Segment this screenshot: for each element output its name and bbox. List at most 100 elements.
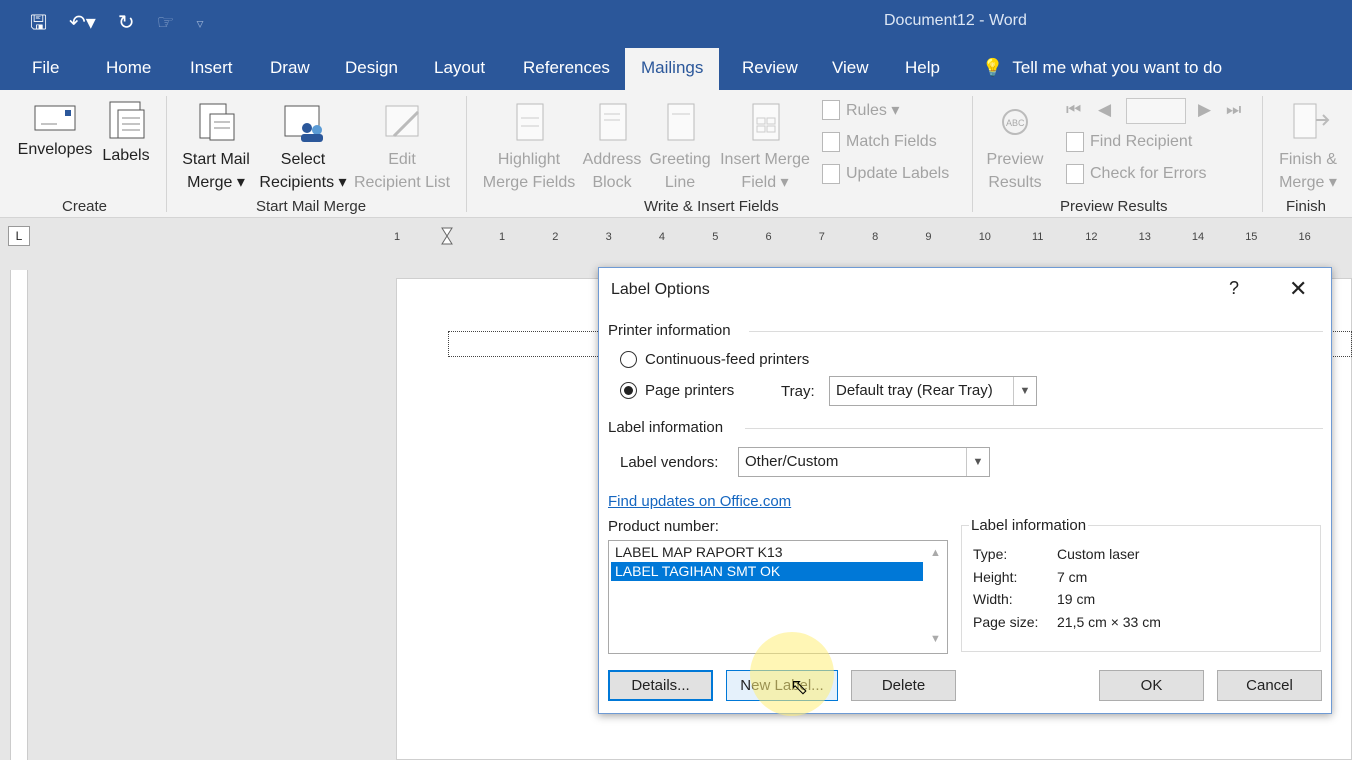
tell-me-text: Tell me what you want to do — [1012, 58, 1223, 77]
envelopes-button[interactable]: Envelopes — [16, 100, 94, 161]
label-information-panel-title: Label information — [969, 517, 1089, 534]
first-record-icon[interactable]: ⏮ — [1066, 100, 1081, 120]
ruler-tick-label: 10 — [979, 231, 991, 243]
recipients-icon — [284, 105, 323, 142]
scroll-up-icon[interactable]: ▲ — [930, 547, 941, 559]
tab-help[interactable]: Help — [905, 46, 940, 90]
finish-merge-button[interactable]: Finish & Merge ▾ — [1272, 100, 1344, 194]
group-create-label: Create — [62, 198, 108, 215]
previous-record-icon[interactable]: ◀ — [1098, 100, 1111, 120]
help-button[interactable]: ? — [1229, 278, 1239, 299]
check-for-errors-button[interactable]: Check for Errors — [1066, 164, 1206, 184]
quick-access-toolbar: 🖫 ↶▾ ↻ ☞ ▿ — [30, 10, 204, 36]
tray-select[interactable]: Default tray (Rear Tray) ▼ — [829, 376, 1037, 406]
edit-recipient-list-button[interactable]: Edit Recipient List — [350, 100, 454, 194]
vertical-ruler[interactable] — [10, 270, 28, 760]
list-item[interactable]: LABEL MAP RAPORT K13 — [611, 543, 923, 562]
tab-view[interactable]: View — [832, 46, 869, 90]
finish-merge-icon — [1293, 103, 1330, 139]
ruler-tick-label: 5 — [712, 231, 718, 243]
insert-merge-field-button[interactable]: Insert Merge Field ▾ — [714, 100, 816, 194]
label-vendors-label: Label vendors: — [620, 454, 719, 471]
find-recipient-button[interactable]: Find Recipient — [1066, 132, 1192, 152]
tab-selector[interactable]: L — [8, 226, 30, 246]
tell-me-box[interactable]: 💡 Tell me what you want to do — [982, 46, 1222, 90]
delete-button[interactable]: Delete — [851, 670, 956, 701]
group-separator — [166, 96, 167, 212]
start-mail-merge-button[interactable]: Start Mail Merge ▾ — [176, 100, 256, 194]
preview-icon: ABC — [1002, 109, 1028, 135]
tab-file[interactable]: File — [32, 46, 59, 90]
tab-insert[interactable]: Insert — [190, 46, 233, 90]
match-fields-button[interactable]: Match Fields — [822, 132, 937, 152]
ruler-tick-label: 1 — [499, 231, 505, 243]
undo-icon[interactable]: ↶▾ — [69, 10, 96, 36]
customize-qat-icon[interactable]: ▿ — [197, 10, 204, 36]
highlight-merge-fields-button[interactable]: Highlight Merge Fields — [480, 100, 578, 194]
width-key: Width: — [973, 591, 1013, 607]
type-key: Type: — [973, 546, 1008, 562]
list-item-selected[interactable]: LABEL TAGIHAN SMT OK — [611, 562, 923, 581]
tab-home[interactable]: Home — [106, 46, 151, 90]
page-printers-radio[interactable]: Page printers — [620, 382, 734, 399]
next-record-icon[interactable]: ▶ — [1198, 100, 1211, 120]
find-updates-link[interactable]: Find updates on Office.com — [608, 493, 791, 510]
update-labels-button[interactable]: Update Labels — [822, 164, 949, 184]
page-size-key: Page size: — [973, 614, 1039, 630]
greeting-line-icon — [667, 103, 695, 141]
width-value: 19 cm — [1057, 591, 1096, 607]
select-recipients-button[interactable]: Select Recipients ▾ — [256, 100, 350, 194]
divider — [745, 428, 1323, 429]
tab-layout[interactable]: Layout — [434, 46, 485, 90]
group-start-mail-merge-label: Start Mail Merge — [256, 198, 367, 215]
touch-mode-icon[interactable]: ☞ — [157, 10, 175, 36]
tab-draw[interactable]: Draw — [270, 46, 310, 90]
close-icon[interactable]: ✕ — [1289, 276, 1307, 302]
lightbulb-icon: 💡 — [982, 58, 1004, 77]
label-information-heading: Label information — [608, 419, 724, 436]
tab-design[interactable]: Design — [345, 46, 398, 90]
last-record-icon[interactable]: ⏭ — [1226, 100, 1241, 120]
save-icon[interactable]: 🖫 — [30, 10, 47, 36]
insert-field-icon — [752, 103, 780, 141]
indent-marker-icon[interactable] — [441, 227, 453, 245]
details-button[interactable]: Details... — [608, 670, 713, 701]
continuous-feed-radio[interactable]: Continuous-feed printers — [620, 351, 809, 368]
find-recipient-icon — [1066, 132, 1084, 152]
ribbon-tabs: File Home Insert Draw Design Layout Refe… — [0, 46, 1352, 90]
tab-references[interactable]: References — [523, 46, 610, 90]
horizontal-ruler[interactable]: 1 1 2 3 4 5 6 7 8 9 10 11 12 13 14 15 16 — [388, 226, 1352, 246]
tray-label: Tray: — [781, 383, 815, 400]
ruler-ticks: 1 1 2 3 4 5 6 7 8 9 10 11 12 13 14 15 16 — [394, 227, 1311, 245]
ruler-tick-label: 15 — [1245, 231, 1257, 243]
document-merge-icon — [199, 103, 235, 141]
chevron-down-icon[interactable]: ▼ — [1013, 377, 1036, 405]
rules-button[interactable]: Rules ▾ — [822, 100, 899, 120]
document-title: Document12 - Word — [884, 12, 1027, 29]
chevron-down-icon[interactable]: ▼ — [966, 448, 989, 476]
envelope-icon — [34, 105, 76, 131]
preview-results-button[interactable]: ABC Preview Results — [980, 100, 1050, 194]
redo-icon[interactable]: ↻ — [118, 10, 135, 36]
list-scrollbar[interactable]: ▲ ▼ — [925, 541, 947, 653]
scroll-down-icon[interactable]: ▼ — [930, 633, 941, 645]
svg-text:ABC: ABC — [1006, 118, 1025, 128]
group-separator — [1262, 96, 1263, 212]
labels-button[interactable]: Labels — [100, 100, 152, 167]
ruler-tick-label: 4 — [659, 231, 665, 243]
match-fields-icon — [822, 132, 840, 152]
greeting-line-button[interactable]: Greeting Line — [646, 100, 714, 194]
ruler-tick-label: 1 — [394, 231, 400, 243]
tab-review[interactable]: Review — [742, 46, 798, 90]
cancel-button[interactable]: Cancel — [1217, 670, 1322, 701]
tab-mailings[interactable]: Mailings — [625, 48, 720, 90]
group-separator — [466, 96, 467, 212]
ok-button[interactable]: OK — [1099, 670, 1204, 701]
address-block-button[interactable]: Address Block — [578, 100, 646, 194]
address-block-icon — [599, 103, 627, 141]
rules-icon — [822, 100, 840, 120]
label-vendors-select[interactable]: Other/Custom ▼ — [738, 447, 990, 477]
ruler-tick-label: 13 — [1139, 231, 1151, 243]
record-number-input[interactable] — [1126, 98, 1186, 124]
type-value: Custom laser — [1057, 546, 1140, 562]
